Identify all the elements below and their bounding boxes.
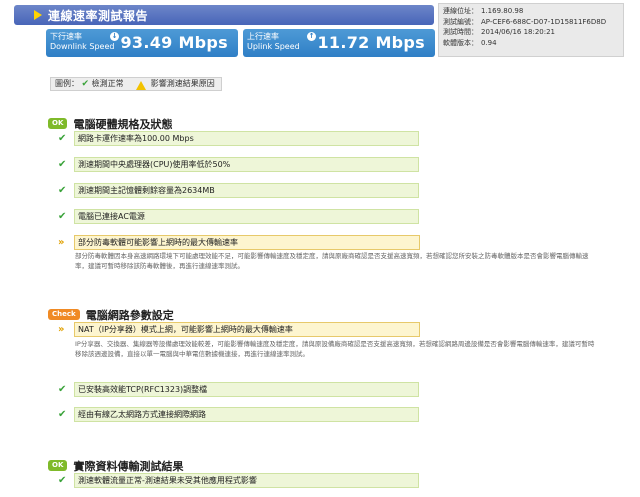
title-arrow-icon [34,10,42,20]
report-title-bar: 連線速率測試報告 [14,5,434,25]
warning-description: 部分防毒軟體因本身高速網路環境下可能處理效能不足，可能影響傳輸速度及穩定度，請與… [75,252,589,270]
report-title: 連線速率測試報告 [48,9,149,23]
info-key: 測試時間： [443,28,478,36]
check-icon: ✔ [58,133,67,144]
info-row-time: 測試時間： 2014/06/16 18:20:21 [443,27,623,38]
result-text: 測速軟體流量正常-測速結果未受其他應用程式影響 [74,473,419,488]
info-row-ip: 連線位址： 1.169.80.98 [443,6,623,17]
section-title: 電腦硬體規格及狀態 [73,117,173,131]
check-icon: ✔ [58,211,67,222]
info-key: 軟體版本： [443,38,478,47]
result-text: 經由有線乙太網路方式連接網際網路 [74,407,419,422]
upload-label-cn: 上行速率 [247,32,279,41]
legend-ok-label: 檢測正常 [91,79,124,88]
result-text: 測速期間中央處理器(CPU)使用率低於50% [74,157,419,172]
warning-description: IP分享器、交換器、集線器等設備處理效能較差，可能影響傳輸速度及穩定度，請與原設… [75,340,595,358]
download-arrow-icon: ↓ [110,32,119,41]
check-icon: ✔ [58,384,67,395]
status-badge: Check [48,309,80,320]
download-label-en: Downlink Speed [50,42,115,51]
upload-speed-label: 上行速率 Uplink Speed [247,32,300,52]
info-row-version: 軟體版本： 0.94 [443,38,623,49]
warning-chevron-icon: » [58,324,65,335]
test-info-panel: 連線位址： 1.169.80.98 測試編號： AP-CEF6-688C-D07-1… [438,3,624,57]
info-key: 連線位址： [443,7,478,15]
warning-chevron-icon: » [58,237,65,248]
upload-label-en: Uplink Speed [247,42,300,51]
check-icon: ✔ [58,159,67,170]
check-icon: ✔ [58,409,67,420]
check-icon: ✔ [81,79,90,89]
result-text: NAT（IP分享器）模式上網，可能影響上網時的最大傳輸速率 [74,322,420,337]
upload-speed-value: 11.72 Mbps [317,33,425,52]
info-value: 0.94 [481,38,497,47]
info-value: 1.169.80.98 [481,7,524,15]
download-speed-box: 下行速率 Downlink Speed ↓ 93.49 Mbps [46,29,238,57]
download-speed-label: 下行速率 Downlink Speed [50,32,114,52]
section-network-header: Check 電腦網路參數設定 [48,304,174,322]
info-row-test-id: 測試編號： AP-CEF6-688C-D07-1D15811F6D8D [443,17,623,28]
section-hardware-header: OK 電腦硬體規格及狀態 [48,113,172,131]
upload-speed-box: 上行速率 Uplink Speed ↑ 11.72 Mbps [243,29,435,57]
speed-test-report: 連線速率測試報告 下行速率 Downlink Speed ↓ 93.49 Mbp… [0,0,640,497]
info-value: AP-CEF6-688C-D07-1D15811F6D8D [481,17,607,26]
status-badge: OK [48,460,68,471]
result-text: 電腦已連接AC電源 [74,209,419,224]
info-value: 2014/06/16 18:20:21 [481,28,556,36]
result-text: 測速期間主記憶體剩餘容量為2634MB [74,183,419,198]
check-icon: ✔ [58,475,67,486]
info-key: 測試編號： [443,17,478,26]
section-title: 實際資料傳輸測試結果 [73,459,184,473]
upload-arrow-icon: ↑ [307,32,316,41]
status-badge: OK [48,118,68,129]
check-icon: ✔ [58,185,67,196]
legend-warn-label: 影響測速結果原因 [150,79,215,88]
result-text: 部分防毒軟體可能影響上網時的最大傳輸速率 [74,235,420,250]
download-label-cn: 下行速率 [50,32,82,41]
result-text: 已安裝高效能TCP(RFC1323)調整檔 [74,382,419,397]
download-speed-value: 93.49 Mbps [120,33,228,52]
legend-prefix: 圖例： [55,79,79,88]
section-title: 電腦網路參數設定 [85,308,174,322]
legend: 圖例： ✔ 檢測正常 影響測速結果原因 [50,77,222,91]
warning-icon [136,80,147,90]
result-text: 網路卡運作速率為100.00 Mbps [74,131,419,146]
section-transfer-header: OK 實際資料傳輸測試結果 [48,455,183,473]
